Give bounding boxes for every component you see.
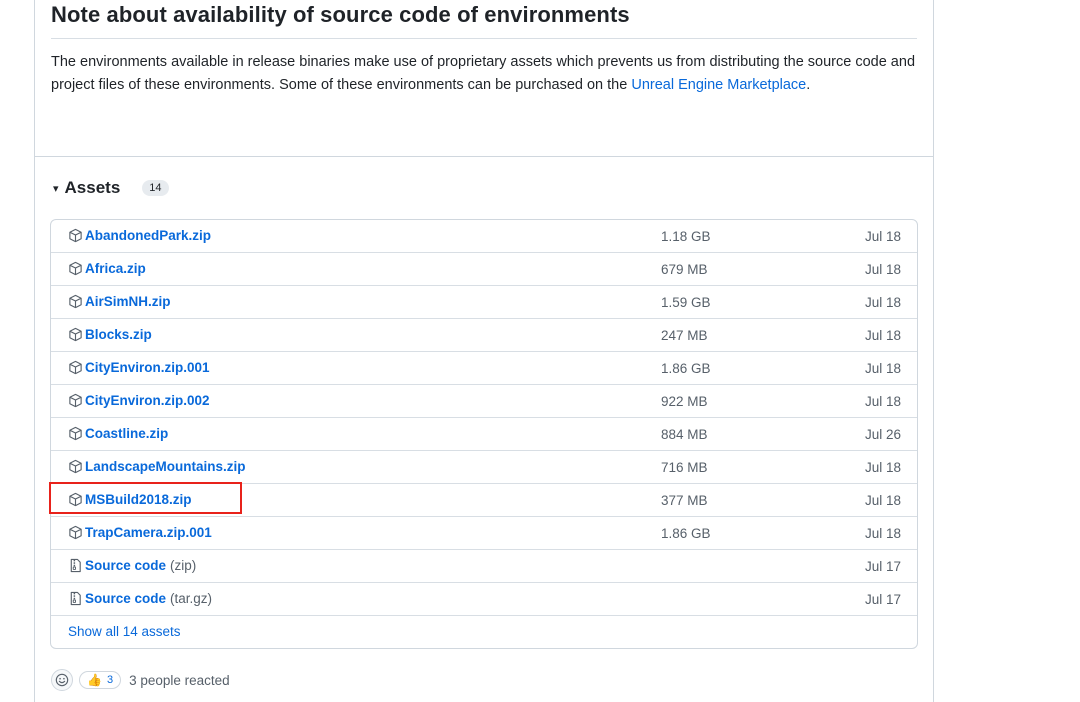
source-code-date: Jul 17 xyxy=(864,592,901,607)
asset-name: MSBuild2018.zip xyxy=(85,492,192,507)
title-divider xyxy=(51,38,917,39)
asset-row: TrapCamera.zip.001 1.86 GB Jul 18 xyxy=(51,517,917,550)
assets-count-badge: 14 xyxy=(142,180,169,196)
asset-row: AirSimNH.zip 1.59 GB Jul 18 xyxy=(51,286,917,319)
asset-size: 1.86 GB xyxy=(661,526,711,541)
release-page: Note about availability of source code o… xyxy=(0,0,1080,702)
release-card: Note about availability of source code o… xyxy=(34,0,934,702)
assets-title: Assets xyxy=(64,178,121,197)
assets-toggle[interactable]: ▾ Assets 14 xyxy=(53,178,169,198)
source-code-name: Source code xyxy=(85,591,167,606)
asset-link[interactable]: LandscapeMountains.zip xyxy=(68,459,246,474)
package-icon xyxy=(69,459,82,474)
source-code-row: Source code (tar.gz) Jul 17 xyxy=(51,583,917,616)
source-code-link[interactable]: Source code (tar.gz) xyxy=(68,591,212,606)
section-divider xyxy=(35,156,933,157)
asset-name: Africa.zip xyxy=(85,261,146,276)
asset-date: Jul 18 xyxy=(864,328,901,343)
thumbs-up-icon: 👍 xyxy=(87,673,102,687)
thumbs-up-reaction[interactable]: 👍 3 xyxy=(79,671,122,689)
asset-date: Jul 18 xyxy=(864,361,901,376)
asset-link[interactable]: Coastline.zip xyxy=(68,426,168,441)
package-icon xyxy=(69,492,82,507)
note-body-suffix: . xyxy=(806,77,811,93)
show-all-assets-link[interactable]: Show all 14 assets xyxy=(68,624,181,639)
asset-link[interactable]: Africa.zip xyxy=(68,261,146,276)
source-code-link[interactable]: Source code (zip) xyxy=(68,558,196,573)
package-icon xyxy=(69,294,82,309)
asset-size: 377 MB xyxy=(661,493,708,508)
asset-date: Jul 26 xyxy=(864,427,901,442)
asset-link[interactable]: CityEnviron.zip.001 xyxy=(68,360,210,375)
asset-row: AbandonedPark.zip 1.18 GB Jul 18 xyxy=(51,220,917,253)
source-code-name: Source code xyxy=(85,558,167,573)
package-icon xyxy=(69,261,82,276)
asset-link[interactable]: MSBuild2018.zip xyxy=(68,492,192,507)
asset-row: Coastline.zip 884 MB Jul 26 xyxy=(51,418,917,451)
asset-date: Jul 18 xyxy=(864,460,901,475)
asset-row: CityEnviron.zip.001 1.86 GB Jul 18 xyxy=(51,352,917,385)
asset-size: 1.18 GB xyxy=(661,229,711,244)
reaction-summary: 3 people reacted xyxy=(129,672,230,688)
asset-size: 1.59 GB xyxy=(661,295,711,310)
source-code-format: (tar.gz) xyxy=(170,591,213,606)
asset-date: Jul 18 xyxy=(864,295,901,310)
asset-date: Jul 18 xyxy=(864,493,901,508)
note-body: The environments available in release bi… xyxy=(51,51,921,97)
asset-link[interactable]: AirSimNH.zip xyxy=(68,294,171,309)
caret-down-icon: ▾ xyxy=(53,182,59,195)
asset-size: 1.86 GB xyxy=(661,361,711,376)
package-icon xyxy=(69,360,82,375)
asset-row: Africa.zip 679 MB Jul 18 xyxy=(51,253,917,286)
asset-date: Jul 18 xyxy=(864,262,901,277)
package-icon xyxy=(69,393,82,408)
asset-row: MSBuild2018.zip 377 MB Jul 18 xyxy=(51,484,917,517)
source-code-format: (zip) xyxy=(170,558,197,573)
asset-link[interactable]: TrapCamera.zip.001 xyxy=(68,525,212,540)
asset-size: 922 MB xyxy=(661,394,708,409)
assets-list: AbandonedPark.zip 1.18 GB Jul 18 Africa.zip… xyxy=(50,219,918,649)
source-code-row: Source code (zip) Jul 17 xyxy=(51,550,917,583)
asset-row: Blocks.zip 247 MB Jul 18 xyxy=(51,319,917,352)
asset-name: AirSimNH.zip xyxy=(85,294,171,309)
asset-name: LandscapeMountains.zip xyxy=(85,459,246,474)
asset-size: 716 MB xyxy=(661,460,708,475)
file-zip-icon xyxy=(70,591,81,606)
asset-name: AbandonedPark.zip xyxy=(85,228,212,243)
file-zip-icon xyxy=(70,558,81,573)
asset-name: Blocks.zip xyxy=(85,327,152,342)
add-reaction-button[interactable] xyxy=(51,669,73,691)
asset-link[interactable]: Blocks.zip xyxy=(68,327,152,342)
asset-size: 679 MB xyxy=(661,262,708,277)
asset-row: LandscapeMountains.zip 716 MB Jul 18 xyxy=(51,451,917,484)
asset-date: Jul 18 xyxy=(864,526,901,541)
asset-size: 884 MB xyxy=(661,427,708,442)
source-code-date: Jul 17 xyxy=(864,559,901,574)
asset-name: Coastline.zip xyxy=(85,426,169,441)
asset-row: CityEnviron.zip.002 922 MB Jul 18 xyxy=(51,385,917,418)
reactions-bar: 👍 3 3 people reacted xyxy=(51,669,230,691)
package-icon xyxy=(69,228,82,243)
asset-date: Jul 18 xyxy=(864,394,901,409)
package-icon xyxy=(69,426,82,441)
package-icon xyxy=(69,525,82,540)
show-all-row: Show all 14 assets xyxy=(51,616,917,648)
note-title: Note about availability of source code o… xyxy=(51,2,630,27)
asset-link[interactable]: AbandonedPark.zip xyxy=(68,228,211,243)
asset-name: CityEnviron.zip.002 xyxy=(85,393,210,408)
smiley-icon xyxy=(55,673,69,687)
asset-size: 247 MB xyxy=(661,328,708,343)
asset-name: TrapCamera.zip.001 xyxy=(85,525,212,540)
unreal-marketplace-link[interactable]: Unreal Engine Marketplace xyxy=(631,77,806,93)
package-icon xyxy=(69,327,82,342)
reaction-count: 3 xyxy=(106,674,114,686)
asset-date: Jul 18 xyxy=(864,229,901,244)
asset-name: CityEnviron.zip.001 xyxy=(85,360,210,375)
asset-link[interactable]: CityEnviron.zip.002 xyxy=(68,393,210,408)
